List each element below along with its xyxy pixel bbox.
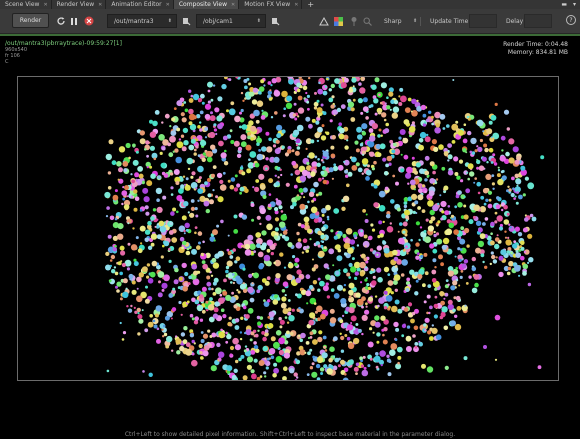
render-node-info: /out/mantra3(pbrraytrace)-09:59:27[1] [5,40,122,47]
render-stats-overlay: Render Time: 0:04.48 Memory: 834.81 MB [503,41,568,57]
tab-label: Render View [56,1,95,8]
help-button[interactable]: ? [566,15,576,25]
pane-tab-bar: Scene View ✕ Render View ✕ Animation Editor ✕… [0,0,580,9]
sharp-label: Sharp [384,17,402,25]
camera-path-value: /obj/cam1 [203,17,233,25]
camera-stepper-icon[interactable]: ⬍ [257,18,261,24]
stop-render-icon[interactable] [83,15,94,27]
update-time-label: Update Time [430,17,469,25]
channel-text: C [5,59,9,65]
divider [420,17,421,26]
tab-label: Animation Editor [111,1,162,8]
rop-path-field[interactable]: /out/mantra3 ⬍ [107,14,177,28]
tab-close-icon[interactable]: ✕ [231,2,235,8]
render-toolbar: Render /out/mantra3 ⬍ /obj/cam1 ⬍ Sharp … [0,9,580,34]
render-button[interactable]: Render [12,13,49,28]
memory-text: Memory: 834.81 MB [507,49,568,56]
tab-label: Motion FX View [244,1,291,8]
rop-stepper-icon[interactable]: ⬍ [168,18,172,24]
pin-icon[interactable] [348,15,359,27]
render-time-text: Render Time: 0:04.48 [503,41,568,48]
rop-jump-icon[interactable] [181,15,192,27]
refresh-icon[interactable] [55,15,67,27]
sharp-stepper-icon[interactable]: ⬍ [413,14,417,28]
tab-label: Composite View [178,1,228,8]
add-tab-button[interactable]: + [302,0,319,9]
camera-path-field[interactable]: /obj/cam1 ⬍ [196,14,266,28]
tab-close-icon[interactable]: ✕ [294,2,298,8]
tab-scene-view[interactable]: Scene View ✕ [0,0,52,9]
zoom-icon[interactable] [362,15,373,27]
tab-render-view[interactable]: Render View ✕ [52,0,107,9]
tab-motion-fx-view[interactable]: Motion FX View ✕ [239,0,303,9]
render-region-frame [17,76,559,381]
color-correction-icon[interactable] [333,15,344,27]
pane-menu-icon[interactable]: ▬ [561,1,567,8]
delay-field[interactable] [524,14,552,28]
window-controls: ▬ ▾ [561,0,576,9]
rop-path-value: /out/mantra3 [114,17,154,25]
update-time-field[interactable] [469,14,497,28]
delay-label: Delay [506,17,524,25]
status-hint: Ctrl+Left to show detailed pixel informa… [124,431,456,438]
snapshot-icon[interactable] [318,15,329,27]
pause-icon[interactable] [69,15,79,27]
camera-jump-icon[interactable] [270,15,281,27]
tab-close-icon[interactable]: ✕ [98,2,102,8]
render-info-overlay: /out/mantra3(pbrraytrace)-09:59:27[1] 96… [5,40,122,65]
tab-composite-view[interactable]: Composite View ✕ [173,0,240,9]
tab-label: Scene View [5,1,40,8]
tab-close-icon[interactable]: ✕ [43,2,47,8]
pane-options-icon[interactable]: ▾ [573,1,576,8]
tab-close-icon[interactable]: ✕ [166,2,170,8]
tab-animation-editor[interactable]: Animation Editor ✕ [106,0,174,9]
